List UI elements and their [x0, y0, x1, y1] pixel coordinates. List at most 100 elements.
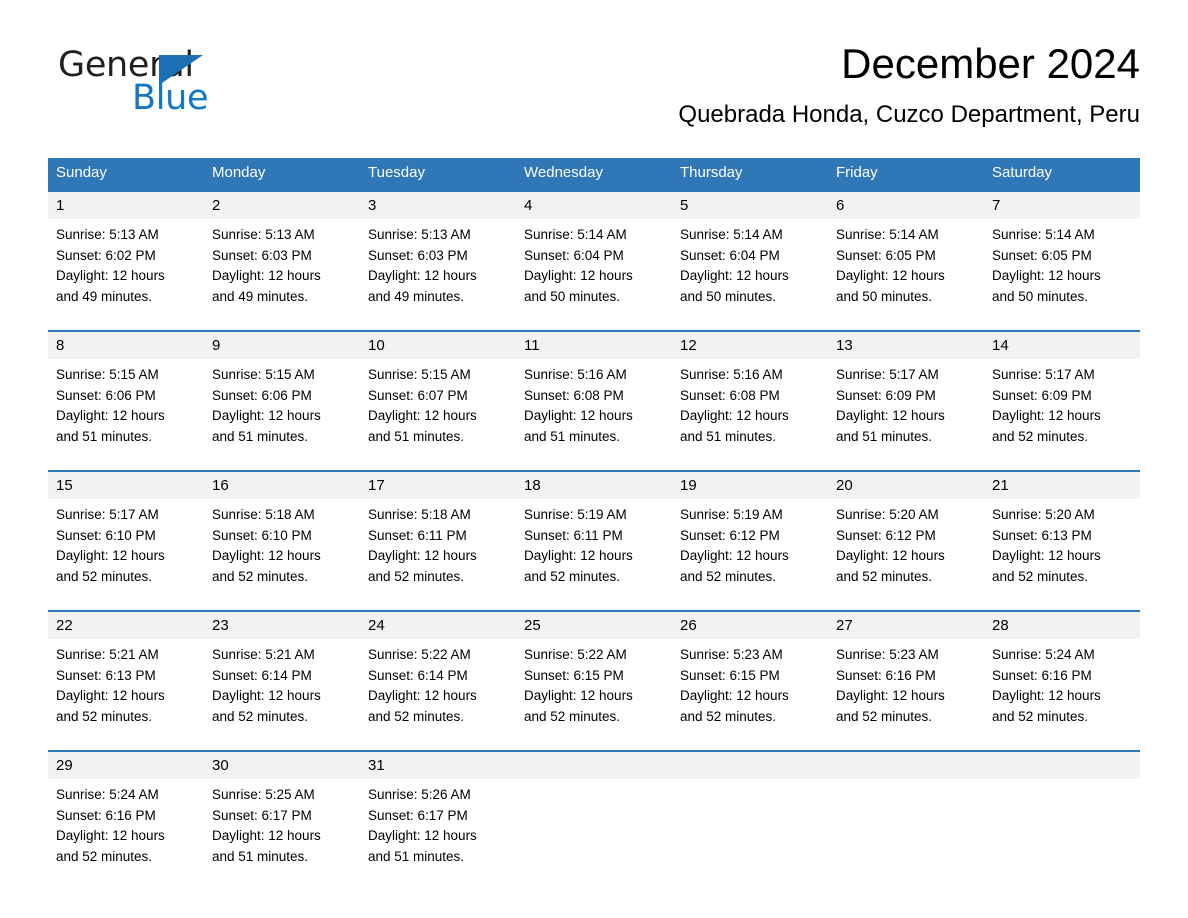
day-number: [672, 752, 828, 779]
daylight-text-line2: and 49 minutes.: [368, 288, 465, 304]
day-cell[interactable]: 3 Sunrise: 5:13 AM Sunset: 6:03 PM Dayli…: [360, 192, 516, 312]
day-cell[interactable]: 9 Sunrise: 5:15 AM Sunset: 6:06 PM Dayli…: [204, 332, 360, 452]
title-block: December 2024 Quebrada Honda, Cuzco Depa…: [678, 38, 1140, 130]
daylight-text-line1: Daylight: 12 hours: [836, 408, 945, 423]
day-cell[interactable]: 10 Sunrise: 5:15 AM Sunset: 6:07 PM Dayl…: [360, 332, 516, 452]
day-cell[interactable]: 21 Sunrise: 5:20 AM Sunset: 6:13 PM Dayl…: [984, 472, 1140, 592]
sunrise-text: Sunrise: 5:18 AM: [212, 507, 315, 522]
daylight-text-line1: Daylight: 12 hours: [524, 408, 633, 423]
day-cell[interactable]: 29 Sunrise: 5:24 AM Sunset: 6:16 PM Dayl…: [48, 752, 204, 872]
day-cell[interactable]: 8 Sunrise: 5:15 AM Sunset: 6:06 PM Dayli…: [48, 332, 204, 452]
daylight-text-line2: and 52 minutes.: [56, 848, 153, 864]
daylight-text-line1: Daylight: 12 hours: [368, 268, 477, 283]
daylight-text-line1: Daylight: 12 hours: [368, 688, 477, 703]
week-row: 29 Sunrise: 5:24 AM Sunset: 6:16 PM Dayl…: [48, 750, 1140, 872]
day-cell[interactable]: 19 Sunrise: 5:19 AM Sunset: 6:12 PM Dayl…: [672, 472, 828, 592]
daylight-text-line1: Daylight: 12 hours: [836, 268, 945, 283]
day-number: 4: [516, 192, 672, 219]
day-cell[interactable]: 11 Sunrise: 5:16 AM Sunset: 6:08 PM Dayl…: [516, 332, 672, 452]
day-number: 31: [360, 752, 516, 779]
day-number: 13: [828, 332, 984, 359]
daylight-text-line2: and 49 minutes.: [212, 288, 309, 304]
day-cell[interactable]: 23 Sunrise: 5:21 AM Sunset: 6:14 PM Dayl…: [204, 612, 360, 732]
weekday-header-monday: Monday: [212, 164, 266, 181]
day-number: 29: [48, 752, 204, 779]
sunrise-text: Sunrise: 5:17 AM: [836, 367, 939, 382]
day-cell[interactable]: 31 Sunrise: 5:26 AM Sunset: 6:17 PM Dayl…: [360, 752, 516, 872]
day-cell[interactable]: 7 Sunrise: 5:14 AM Sunset: 6:05 PM Dayli…: [984, 192, 1140, 312]
sunrise-text: Sunrise: 5:13 AM: [56, 227, 159, 242]
day-info: Sunrise: 5:13 AM Sunset: 6:03 PM Dayligh…: [360, 219, 516, 312]
day-info: Sunrise: 5:14 AM Sunset: 6:04 PM Dayligh…: [672, 219, 828, 312]
day-cell[interactable]: 24 Sunrise: 5:22 AM Sunset: 6:14 PM Dayl…: [360, 612, 516, 732]
day-cell[interactable]: 13 Sunrise: 5:17 AM Sunset: 6:09 PM Dayl…: [828, 332, 984, 452]
weekday-header-sunday: Sunday: [56, 164, 107, 181]
sunset-text: Sunset: 6:14 PM: [212, 667, 312, 683]
weekday-header-thursday: Thursday: [680, 164, 743, 181]
day-number: 28: [984, 612, 1140, 639]
day-cell[interactable]: 1 Sunrise: 5:13 AM Sunset: 6:02 PM Dayli…: [48, 192, 204, 312]
daylight-text-line1: Daylight: 12 hours: [992, 268, 1101, 283]
day-info: Sunrise: 5:25 AM Sunset: 6:17 PM Dayligh…: [204, 779, 360, 872]
weekday-header-row: Sunday Monday Tuesday Wednesday Thursday…: [48, 158, 1140, 190]
sunset-text: Sunset: 6:16 PM: [56, 807, 156, 823]
day-number: 14: [984, 332, 1140, 359]
day-info: Sunrise: 5:18 AM Sunset: 6:11 PM Dayligh…: [360, 499, 516, 592]
day-cell[interactable]: 6 Sunrise: 5:14 AM Sunset: 6:05 PM Dayli…: [828, 192, 984, 312]
sunrise-text: Sunrise: 5:15 AM: [56, 367, 159, 382]
day-number: 16: [204, 472, 360, 499]
daylight-text-line2: and 51 minutes.: [524, 428, 621, 444]
day-cell[interactable]: 26 Sunrise: 5:23 AM Sunset: 6:15 PM Dayl…: [672, 612, 828, 732]
daylight-text-line1: Daylight: 12 hours: [212, 548, 321, 563]
day-info: Sunrise: 5:26 AM Sunset: 6:17 PM Dayligh…: [360, 779, 516, 872]
day-info: Sunrise: 5:19 AM Sunset: 6:12 PM Dayligh…: [672, 499, 828, 592]
day-cell[interactable]: 15 Sunrise: 5:17 AM Sunset: 6:10 PM Dayl…: [48, 472, 204, 592]
daylight-text-line2: and 52 minutes.: [992, 568, 1089, 584]
week-spacer: [48, 452, 1140, 470]
day-cell[interactable]: 4 Sunrise: 5:14 AM Sunset: 6:04 PM Dayli…: [516, 192, 672, 312]
day-number: 27: [828, 612, 984, 639]
page-header: General Blue December 2024 Quebrada Hond…: [48, 38, 1140, 148]
day-info: Sunrise: 5:15 AM Sunset: 6:06 PM Dayligh…: [48, 359, 204, 452]
sunset-text: Sunset: 6:10 PM: [212, 527, 312, 543]
daylight-text-line1: Daylight: 12 hours: [680, 408, 789, 423]
day-cell[interactable]: 25 Sunrise: 5:22 AM Sunset: 6:15 PM Dayl…: [516, 612, 672, 732]
daylight-text-line1: Daylight: 12 hours: [212, 828, 321, 843]
week-row: 1 Sunrise: 5:13 AM Sunset: 6:02 PM Dayli…: [48, 190, 1140, 330]
sunset-text: Sunset: 6:14 PM: [368, 667, 468, 683]
day-cell[interactable]: 30 Sunrise: 5:25 AM Sunset: 6:17 PM Dayl…: [204, 752, 360, 872]
day-number: [828, 752, 984, 779]
day-cell[interactable]: 17 Sunrise: 5:18 AM Sunset: 6:11 PM Dayl…: [360, 472, 516, 592]
day-cell[interactable]: 22 Sunrise: 5:21 AM Sunset: 6:13 PM Dayl…: [48, 612, 204, 732]
weekday-header-saturday: Saturday: [992, 164, 1053, 181]
day-cell[interactable]: 14 Sunrise: 5:17 AM Sunset: 6:09 PM Dayl…: [984, 332, 1140, 452]
daylight-text-line1: Daylight: 12 hours: [992, 408, 1101, 423]
sunrise-text: Sunrise: 5:14 AM: [524, 227, 627, 242]
daylight-text-line2: and 52 minutes.: [212, 708, 309, 724]
day-number: 12: [672, 332, 828, 359]
sunrise-text: Sunrise: 5:14 AM: [836, 227, 939, 242]
day-cell[interactable]: 2 Sunrise: 5:13 AM Sunset: 6:03 PM Dayli…: [204, 192, 360, 312]
day-number: 22: [48, 612, 204, 639]
daylight-text-line1: Daylight: 12 hours: [56, 548, 165, 563]
day-cell[interactable]: 12 Sunrise: 5:16 AM Sunset: 6:08 PM Dayl…: [672, 332, 828, 452]
day-info: Sunrise: 5:23 AM Sunset: 6:15 PM Dayligh…: [672, 639, 828, 732]
sunset-text: Sunset: 6:16 PM: [836, 667, 936, 683]
daylight-text-line2: and 52 minutes.: [56, 708, 153, 724]
day-info: Sunrise: 5:14 AM Sunset: 6:05 PM Dayligh…: [984, 219, 1140, 312]
sunrise-text: Sunrise: 5:19 AM: [680, 507, 783, 522]
generalblue-logo[interactable]: General Blue: [58, 48, 308, 128]
daylight-text-line2: and 50 minutes.: [524, 288, 621, 304]
day-cell[interactable]: 18 Sunrise: 5:19 AM Sunset: 6:11 PM Dayl…: [516, 472, 672, 592]
day-cell[interactable]: 28 Sunrise: 5:24 AM Sunset: 6:16 PM Dayl…: [984, 612, 1140, 732]
day-cell[interactable]: 27 Sunrise: 5:23 AM Sunset: 6:16 PM Dayl…: [828, 612, 984, 732]
sunset-text: Sunset: 6:04 PM: [680, 247, 780, 263]
daylight-text-line2: and 50 minutes.: [680, 288, 777, 304]
sunrise-text: Sunrise: 5:18 AM: [368, 507, 471, 522]
day-cell[interactable]: 16 Sunrise: 5:18 AM Sunset: 6:10 PM Dayl…: [204, 472, 360, 592]
daylight-text-line2: and 49 minutes.: [56, 288, 153, 304]
day-info: Sunrise: 5:14 AM Sunset: 6:04 PM Dayligh…: [516, 219, 672, 312]
day-cell[interactable]: 5 Sunrise: 5:14 AM Sunset: 6:04 PM Dayli…: [672, 192, 828, 312]
day-cell[interactable]: 20 Sunrise: 5:20 AM Sunset: 6:12 PM Dayl…: [828, 472, 984, 592]
day-number: 10: [360, 332, 516, 359]
